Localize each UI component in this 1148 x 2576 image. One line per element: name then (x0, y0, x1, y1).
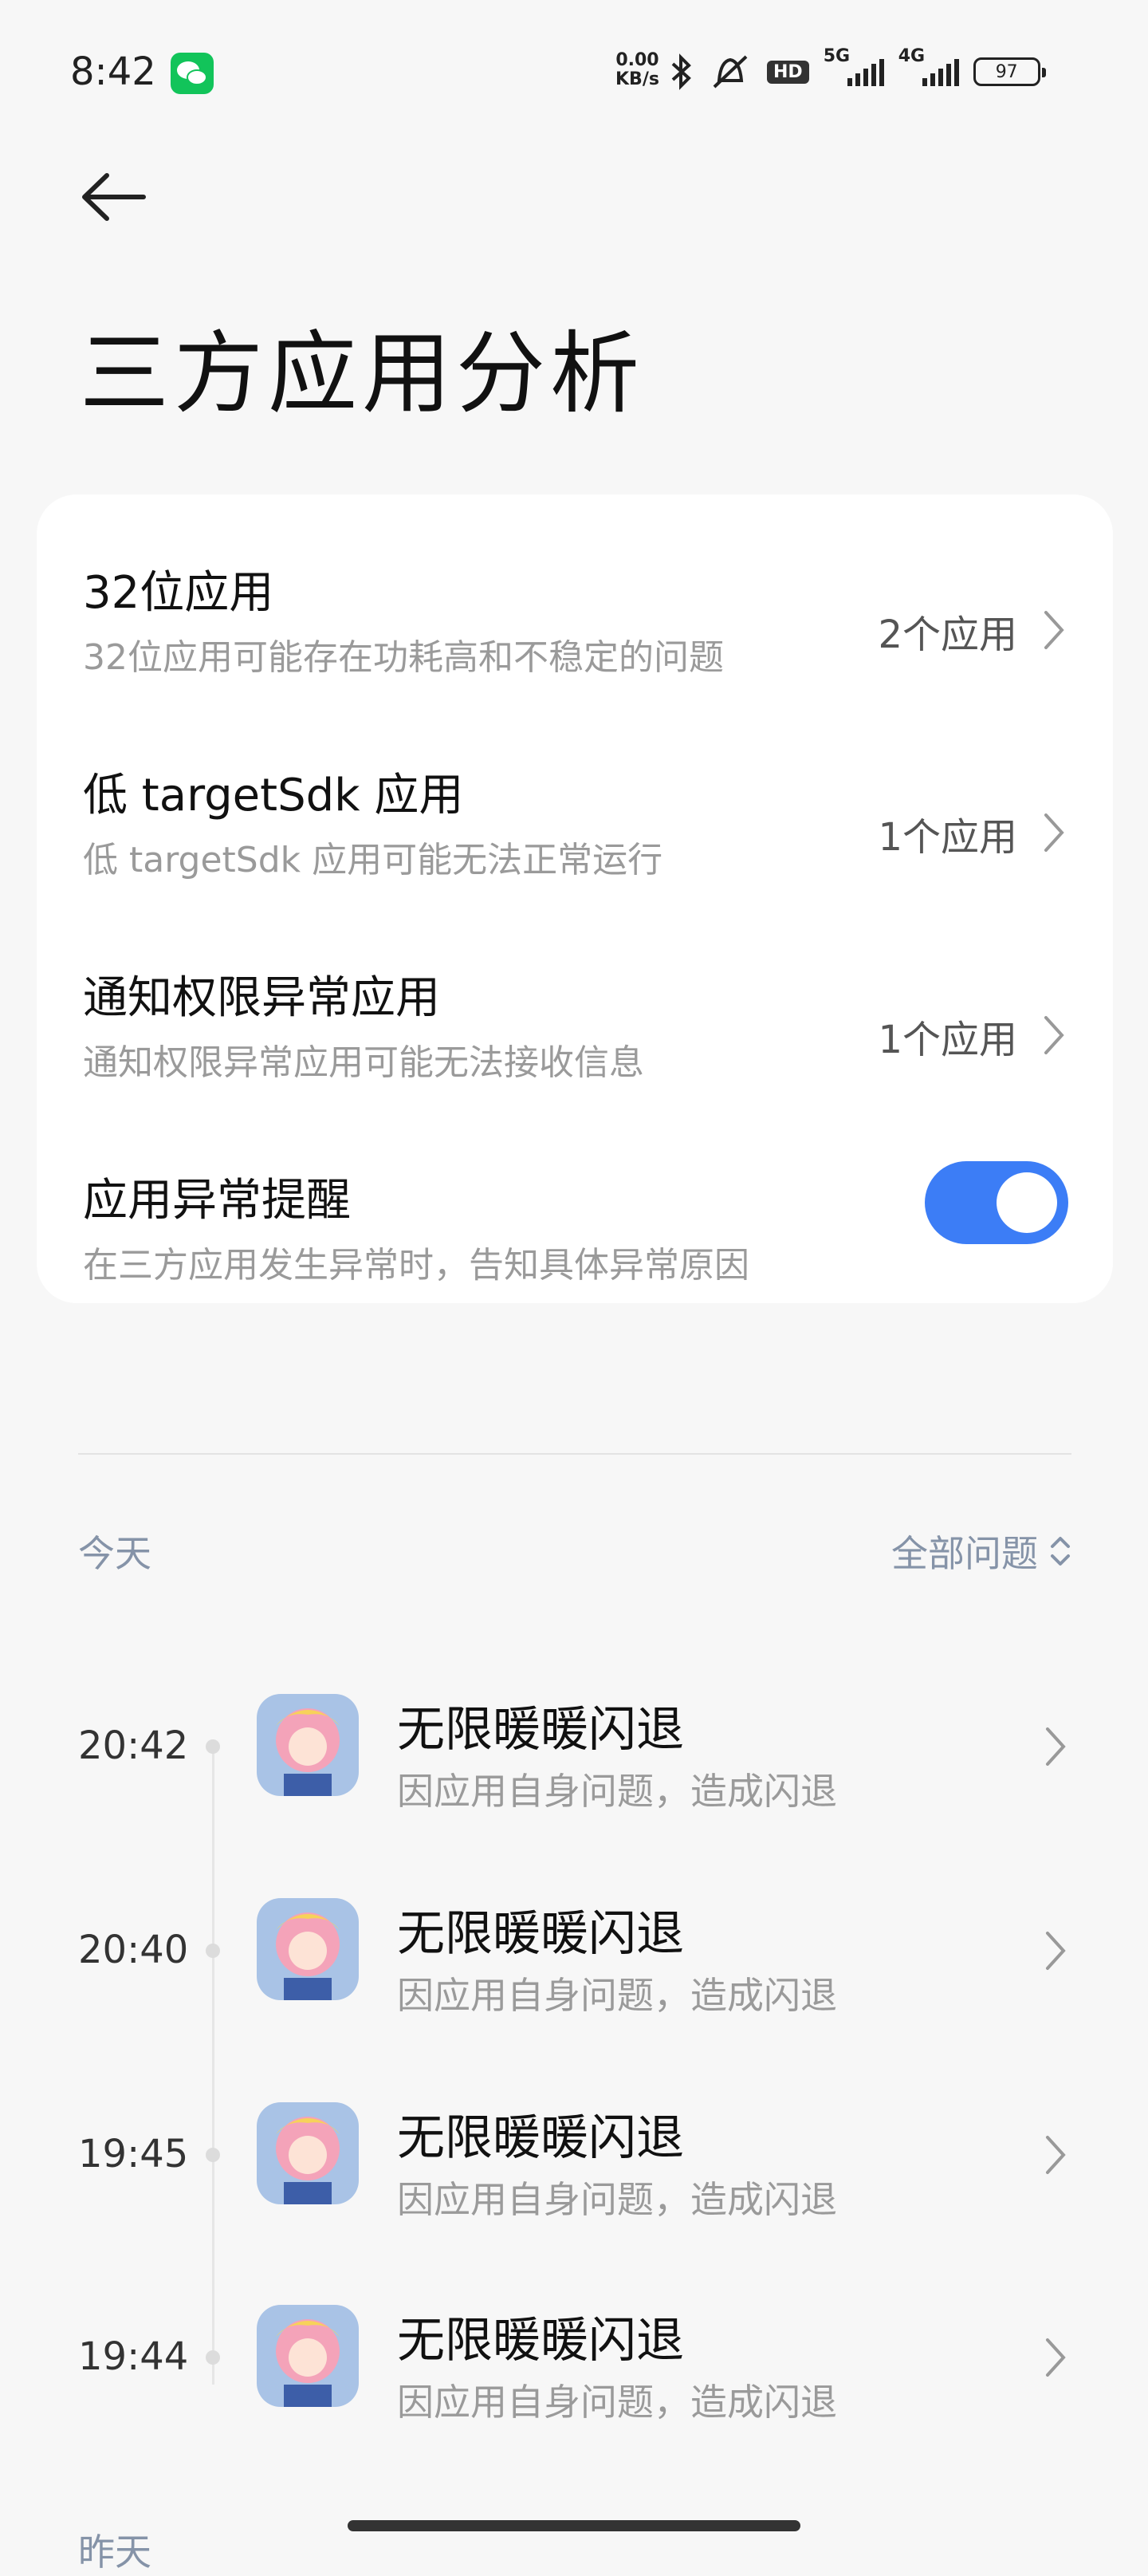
chevron-right-icon (1046, 2136, 1066, 2174)
network-speed: 0.00 KB/s (615, 51, 659, 89)
setting-value: 1个应用 (878, 815, 1017, 860)
toggle-knob (997, 1172, 1057, 1233)
event-reason: 因应用自身问题，造成闪退 (397, 2381, 837, 2424)
timeline-dot (206, 2148, 220, 2162)
home-indicator[interactable] (348, 2520, 800, 2531)
app-icon (257, 1898, 359, 2000)
setting-title: 应用异常提醒 (83, 1175, 351, 1227)
battery-level: 97 (995, 61, 1018, 82)
setting-row-targetsdk[interactable]: 低 targetSdk 应用 低 targetSdk 应用可能无法正常运行 1个… (37, 732, 1113, 932)
setting-subtitle: 通知权限异常应用可能无法接收信息 (83, 1042, 644, 1083)
event-time: 19:44 (78, 2334, 189, 2379)
chevron-right-icon (1044, 813, 1064, 852)
event-time: 19:45 (78, 2132, 189, 2176)
status-time: 8:42 (70, 49, 156, 94)
crash-event-row[interactable]: 19:45 无限暖暖闪退 因应用自身问题，造成闪退 (0, 2054, 1148, 2254)
crash-event-row[interactable]: 20:40 无限暖暖闪退 因应用自身问题，造成闪退 (0, 1850, 1148, 2050)
setting-title: 32位应用 (83, 567, 274, 619)
app-icon (257, 2102, 359, 2204)
network-4g-label: 4G (898, 46, 926, 66)
speed-value: 0.00 (615, 50, 659, 70)
network-5g: 5G (824, 46, 884, 86)
app-icon (257, 2305, 359, 2407)
bluetooth-icon (671, 53, 691, 90)
anomaly-reminder-toggle[interactable] (925, 1161, 1068, 1244)
setting-subtitle: 32位应用可能存在功耗高和不稳定的问题 (83, 637, 724, 678)
timeline-dot (206, 1739, 220, 1754)
wechat-icon (171, 53, 214, 94)
setting-value: 1个应用 (878, 1018, 1017, 1062)
signal-icon (922, 57, 959, 86)
event-reason: 因应用自身问题，造成闪退 (397, 2178, 837, 2221)
chevron-right-icon (1046, 2338, 1066, 2377)
hd-badge: HD (767, 60, 809, 84)
crash-event-row[interactable]: 20:42 无限暖暖闪退 因应用自身问题，造成闪退 (0, 1646, 1148, 1845)
event-title: 无限暖暖闪退 (397, 1702, 684, 1758)
app-icon (257, 1694, 359, 1796)
settings-card: 32位应用 32位应用可能存在功耗高和不稳定的问题 2个应用 低 targetS… (37, 494, 1113, 1303)
setting-subtitle: 在三方应用发生异常时，告知具体异常原因 (83, 1245, 749, 1286)
status-icons: HD 5G 4G 97 (670, 46, 1046, 96)
event-reason: 因应用自身问题，造成闪退 (397, 1974, 837, 2017)
setting-title: 低 targetSdk 应用 (83, 770, 464, 821)
event-reason: 因应用自身问题，造成闪退 (397, 1770, 837, 1813)
page-title: 三方应用分析 (80, 322, 644, 426)
speed-unit: KB/s (615, 69, 659, 89)
setting-row-32bit[interactable]: 32位应用 32位应用可能存在功耗高和不稳定的问题 2个应用 (37, 530, 1113, 729)
event-title: 无限暖暖闪退 (397, 2110, 684, 2166)
signal-icon (847, 57, 884, 86)
timeline-dot (206, 2350, 220, 2365)
problem-filter-dropdown[interactable]: 全部问题 (891, 1525, 1071, 1578)
sort-chevron-icon (1051, 1537, 1070, 1566)
back-arrow-icon[interactable] (80, 169, 147, 225)
event-title: 无限暖暖闪退 (397, 1906, 684, 1962)
chevron-right-icon (1046, 1727, 1066, 1766)
crash-event-row[interactable]: 19:44 无限暖暖闪退 因应用自身问题，造成闪退 (0, 2257, 1148, 2456)
setting-title: 通知权限异常应用 (83, 972, 440, 1024)
section-label-yesterday: 昨天 (78, 2531, 151, 2574)
chevron-right-icon (1044, 1016, 1064, 1054)
filter-label: 全部问题 (891, 1532, 1038, 1575)
event-title: 无限暖暖闪退 (397, 2313, 684, 2369)
network-4g: 4G (898, 46, 959, 86)
section-label-today: 今天 (78, 1532, 151, 1575)
event-time: 20:40 (78, 1928, 189, 1972)
event-time: 20:42 (78, 1723, 189, 1768)
network-5g-label: 5G (823, 46, 851, 66)
chevron-right-icon (1044, 611, 1064, 649)
timeline-dot (206, 1944, 220, 1958)
setting-row-notification[interactable]: 通知权限异常应用 通知权限异常应用可能无法接收信息 1个应用 (37, 935, 1113, 1134)
setting-subtitle: 低 targetSdk 应用可能无法正常运行 (83, 840, 663, 880)
battery-icon: 97 (973, 57, 1046, 86)
chevron-right-icon (1046, 1932, 1066, 1970)
divider (78, 1453, 1071, 1455)
mute-icon (713, 55, 748, 89)
setting-value: 2个应用 (878, 612, 1017, 657)
